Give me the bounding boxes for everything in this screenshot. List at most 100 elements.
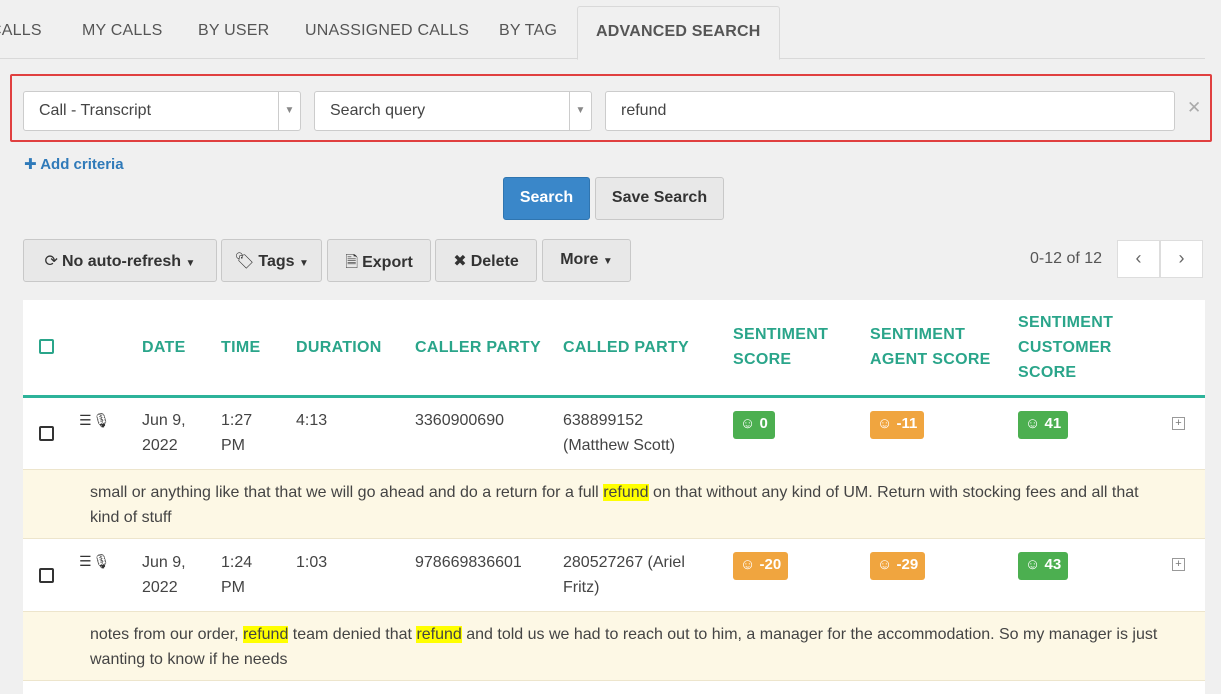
delete-label: Delete bbox=[470, 253, 519, 270]
snippet-text: small or anything like that that we will… bbox=[90, 484, 604, 501]
delete-button[interactable]: ✖ Delete bbox=[435, 239, 537, 282]
microphone-icon[interactable]: 🎙 bbox=[93, 412, 112, 428]
snippet-text: notes from our order, bbox=[90, 626, 243, 643]
row-time-line: PM bbox=[221, 437, 245, 454]
smiley-icon: ☺ bbox=[877, 556, 893, 573]
tab-calls[interactable]: CALLS bbox=[0, 22, 42, 40]
row-called-party: 638899152 (Matthew Scott) bbox=[563, 408, 675, 458]
smiley-icon: ☺ bbox=[740, 415, 756, 432]
tab-my-calls[interactable]: MY CALLS bbox=[82, 22, 162, 40]
header-line: SCORE bbox=[1018, 364, 1077, 381]
microphone-icon[interactable]: 🎙 bbox=[93, 553, 112, 569]
header-caller-party[interactable]: CALLER PARTY bbox=[415, 335, 541, 360]
tags-label: Tags bbox=[258, 253, 295, 270]
smiley-icon: ☺ bbox=[740, 556, 756, 573]
add-criteria-label: Add criteria bbox=[40, 156, 124, 173]
row-time: 1:27 PM bbox=[221, 408, 252, 458]
header-sentiment-score[interactable]: SENTIMENT SCORE bbox=[733, 322, 828, 372]
dropdown-caret-icon: ▼ bbox=[569, 92, 591, 130]
row-date-line: 2022 bbox=[142, 437, 178, 454]
snippet-highlight: refund bbox=[242, 626, 289, 643]
tab-by-tag[interactable]: BY TAG bbox=[499, 22, 557, 40]
plus-icon: ✚ bbox=[24, 156, 37, 173]
row-time-line: 1:24 bbox=[221, 554, 253, 571]
header-sentiment-agent-score[interactable]: SENTIMENT AGENT SCORE bbox=[870, 322, 991, 372]
criteria-value-input[interactable] bbox=[605, 91, 1175, 131]
transcript-snippet-row: notes from our order, refund team denied… bbox=[23, 611, 1205, 681]
header-divider bbox=[23, 395, 1205, 398]
row-date: Jun 9, 2022 bbox=[142, 408, 186, 458]
chevron-down-icon: ▼ bbox=[185, 258, 196, 269]
search-button[interactable]: Search bbox=[503, 177, 590, 220]
tab-unassigned-calls[interactable]: UNASSIGNED CALLS bbox=[305, 22, 469, 40]
header-line: SENTIMENT bbox=[1018, 314, 1114, 331]
row-time-line: 1:27 bbox=[221, 412, 253, 429]
header-date[interactable]: DATE bbox=[142, 335, 186, 360]
sentiment-score-badge: ☺ 0 bbox=[733, 411, 775, 439]
transcript-snippet-row: small or anything like that that we will… bbox=[23, 469, 1205, 539]
pagination-next-button[interactable]: › bbox=[1160, 240, 1203, 278]
row-date-line: 2022 bbox=[142, 579, 178, 596]
header-time[interactable]: TIME bbox=[221, 335, 260, 360]
customer-score-badge: ☺ 41 bbox=[1018, 411, 1069, 439]
more-label: More bbox=[560, 251, 599, 268]
criteria-field-value: Call - Transcript bbox=[39, 102, 152, 119]
auto-refresh-dropdown[interactable]: ⟳ No auto-refresh ▼ bbox=[23, 239, 217, 282]
list-icon[interactable]: ☰ bbox=[79, 553, 93, 569]
transcript-snippet: notes from our order, refund team denied… bbox=[90, 622, 1170, 672]
row-time: 1:24 PM bbox=[221, 550, 252, 600]
close-icon: ✖ bbox=[453, 253, 467, 270]
expand-row-icon[interactable]: + bbox=[1172, 558, 1185, 571]
header-line: SENTIMENT bbox=[733, 326, 829, 343]
row-checkbox[interactable] bbox=[39, 568, 54, 583]
badge-value: -29 bbox=[896, 556, 919, 573]
select-all-checkbox[interactable] bbox=[39, 339, 54, 354]
export-button[interactable]: 🗎 Export bbox=[327, 239, 431, 282]
tab-bar: CALLS MY CALLS BY USER UNASSIGNED CALLS … bbox=[0, 0, 1205, 60]
tab-advanced-search[interactable]: ADVANCED SEARCH bbox=[577, 6, 780, 60]
row-date: Jun 9, 2022 bbox=[142, 550, 186, 600]
header-line: AGENT SCORE bbox=[870, 351, 991, 368]
add-criteria-link[interactable]: ✚ Add criteria bbox=[24, 155, 124, 173]
file-excel-icon: 🗎 bbox=[345, 254, 359, 271]
row-time-line: PM bbox=[221, 579, 245, 596]
criteria-field-select[interactable]: Call - Transcript ▼ bbox=[23, 91, 301, 131]
auto-refresh-label: No auto-refresh bbox=[61, 253, 182, 270]
badge-value: 41 bbox=[1044, 415, 1062, 432]
smiley-icon: ☺ bbox=[877, 415, 893, 432]
header-line: SCORE bbox=[733, 351, 792, 368]
row-called-party: 280527267 (Ariel Fritz) bbox=[563, 550, 685, 600]
list-icon[interactable]: ☰ bbox=[79, 412, 93, 428]
pagination-prev-button[interactable]: ‹ bbox=[1117, 240, 1160, 278]
refresh-icon: ⟳ bbox=[44, 253, 58, 270]
criteria-operator-value: Search query bbox=[330, 102, 426, 119]
row-caller-party: 3360900690 bbox=[415, 412, 504, 429]
chevron-down-icon: ▼ bbox=[602, 256, 613, 267]
row-caller-party: 978669836601 bbox=[415, 554, 522, 571]
badge-value: -11 bbox=[896, 415, 918, 432]
expand-row-icon[interactable]: + bbox=[1172, 417, 1185, 430]
tab-by-user[interactable]: BY USER bbox=[198, 22, 269, 40]
close-icon[interactable]: ✕ bbox=[1187, 98, 1201, 118]
save-search-button[interactable]: Save Search bbox=[595, 177, 724, 220]
transcript-snippet: small or anything like that that we will… bbox=[90, 480, 1170, 530]
header-called-party[interactable]: CALLED PARTY bbox=[563, 335, 689, 360]
agent-score-badge: ☺ -11 bbox=[870, 411, 925, 439]
snippet-text: team denied that bbox=[288, 626, 417, 643]
smiley-icon: ☺ bbox=[1025, 415, 1041, 432]
more-dropdown[interactable]: More ▼ bbox=[542, 239, 631, 282]
header-sentiment-customer-score[interactable]: SENTIMENT CUSTOMER SCORE bbox=[1018, 310, 1113, 385]
customer-score-badge: ☺ 43 bbox=[1018, 552, 1069, 580]
sentiment-score-badge: ☺ -20 bbox=[733, 552, 789, 580]
row-date-line: Jun 9, bbox=[142, 412, 186, 429]
export-label: Export bbox=[362, 254, 413, 271]
header-duration[interactable]: DURATION bbox=[296, 335, 382, 360]
criteria-operator-select[interactable]: Search query ▼ bbox=[314, 91, 592, 131]
row-action-icons: ☰🎙 bbox=[79, 553, 111, 570]
row-called-line: 280527267 (Ariel bbox=[563, 554, 685, 571]
calls-table: DATE TIME DURATION CALLER PARTY CALLED P… bbox=[23, 300, 1205, 694]
pagination-info: 0-12 of 12 bbox=[1030, 250, 1103, 267]
row-checkbox[interactable] bbox=[39, 426, 54, 441]
tags-dropdown[interactable]: 🏷 Tags ▼ bbox=[221, 239, 322, 282]
snippet-highlight: refund bbox=[416, 626, 462, 643]
